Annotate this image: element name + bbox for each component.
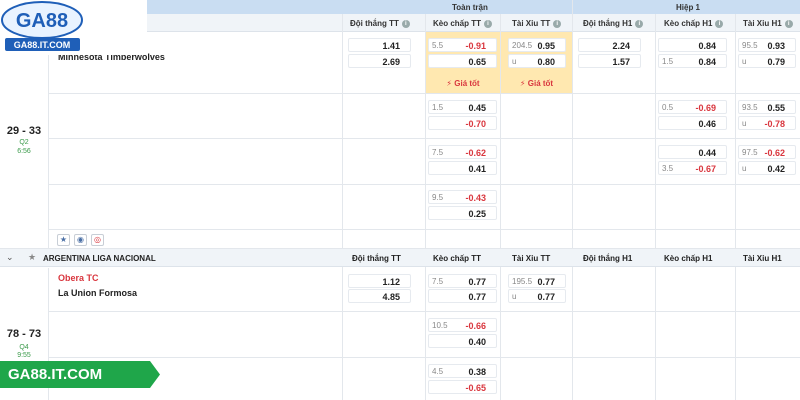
league-header[interactable]: ⌄ ★ ARGENTINA LIGA NACIONAL Đội thắng TT… [0, 249, 800, 267]
odds-cell[interactable]: 3.5 -0.67 [658, 161, 727, 175]
live-icon[interactable]: ◎ [91, 234, 104, 246]
odds-cell[interactable]: 9.5 -0.43 [428, 190, 497, 204]
league-name: ARGENTINA LIGA NACIONAL [43, 254, 156, 263]
match-clock: 9:55 [17, 352, 31, 359]
odds-cell[interactable]: 0.77 [428, 289, 497, 303]
odds-cell[interactable]: 4.85 [348, 289, 411, 303]
svg-text:GA88.IT.COM: GA88.IT.COM [14, 40, 71, 50]
eye-icon[interactable]: ◉ [74, 234, 87, 246]
odds-cell[interactable]: -0.65 [428, 380, 497, 394]
match-score: 78 - 73 [6, 328, 42, 340]
odds-cell[interactable]: u 0.77 [508, 289, 566, 303]
odds-cell[interactable]: 4.5 0.38 [428, 364, 497, 378]
odds-cell[interactable]: 2.69 [348, 54, 411, 68]
chevron-down-icon[interactable]: ⌄ [6, 252, 14, 263]
odds-cell[interactable]: 0.65 [428, 54, 497, 68]
odds-cell[interactable]: 95.5 0.93 [738, 38, 796, 52]
col-ml-h1: Đội thắng H1 i [583, 19, 644, 28]
odds-cell[interactable]: 1.12 [348, 274, 411, 288]
home-team[interactable]: Obera TC [58, 273, 99, 283]
match-period: Q4 [19, 344, 29, 351]
col-ou-h1: Tài Xỉu H1 [743, 254, 782, 263]
odds-cell[interactable]: u 0.42 [738, 161, 796, 175]
odds-cell[interactable]: 0.40 [428, 334, 497, 348]
col-ou-tt: Tài Xỉu TT i [512, 19, 562, 28]
col-ou-h1: Tài Xỉu H1 i [743, 19, 793, 28]
full-match-header: Toàn trận [452, 3, 488, 12]
odds-cell[interactable]: u 0.80 [508, 54, 566, 68]
odds-cell[interactable]: 2.24 [578, 38, 641, 52]
match-period: Q2 [19, 139, 29, 146]
odds-cell[interactable]: 93.5 0.55 [738, 100, 796, 114]
odds-table: Toàn trận Hiệp 1 Đội thắng TT i Kèo chấp … [0, 0, 800, 400]
odds-cell[interactable]: 1.5 0.45 [428, 100, 497, 114]
odds-cell[interactable]: 0.46 [658, 116, 727, 130]
odds-cell[interactable]: u -0.78 [738, 116, 796, 130]
odds-cell[interactable]: 0.41 [428, 161, 497, 175]
odds-cell[interactable]: 0.25 [428, 206, 497, 220]
odds-cell[interactable]: 5.5 -0.91 [428, 38, 497, 52]
odds-cell[interactable]: -0.70 [428, 116, 497, 130]
odds-cell[interactable]: 204.5 0.95 [508, 38, 566, 52]
odds-cell[interactable]: 0.44 [658, 145, 727, 159]
first-half-header: Hiệp 1 [676, 3, 701, 12]
odds-cell[interactable]: 7.5 0.77 [428, 274, 497, 288]
banner-text: GA88.IT.COM [8, 366, 103, 383]
col-ml-h1: Đội thắng H1 [583, 254, 633, 263]
odds-cell[interactable]: 0.84 [658, 38, 727, 52]
star-icon[interactable]: ★ [28, 252, 36, 263]
odds-cell[interactable]: 1.5 0.84 [658, 54, 727, 68]
star-icon[interactable]: ★ [57, 234, 70, 246]
col-ml-tt: Đội thắng TT i [350, 19, 410, 28]
odds-cell[interactable]: u 0.79 [738, 54, 796, 68]
col-hdp-tt: Kèo chấp TT i [433, 19, 493, 28]
odds-cell[interactable]: 195.5 0.77 [508, 274, 566, 288]
svg-text:GA88: GA88 [16, 10, 68, 32]
away-team[interactable]: La Union Formosa [58, 288, 137, 298]
col-ml-tt: Đội thắng TT [352, 254, 401, 263]
odds-cell[interactable]: 1.41 [348, 38, 411, 52]
col-hdp-h1: Kèo chấp H1 i [664, 19, 724, 28]
col-ou-tt: Tài Xỉu TT [512, 254, 551, 263]
best-price-label: ⚡ Giá tốt [519, 79, 554, 88]
odds-cell[interactable]: 10.5 -0.66 [428, 318, 497, 332]
odds-cell[interactable]: 97.5 -0.62 [738, 145, 796, 159]
match-score: 29 - 33 [6, 125, 42, 137]
odds-cell[interactable]: 1.57 [578, 54, 641, 68]
match-clock: 6:56 [17, 148, 31, 155]
col-hdp-h1: Kèo chấp H1 [664, 254, 713, 263]
brand-logo: GA88 GA88.IT.COM [0, 0, 147, 55]
best-price-label: ⚡ Giá tốt [446, 79, 480, 88]
odds-cell[interactable]: 0.5 -0.69 [658, 100, 727, 114]
col-hdp-tt: Kèo chấp TT [433, 254, 482, 263]
promo-banner[interactable]: GA88.IT.COM [0, 361, 160, 388]
odds-cell[interactable]: 7.5 -0.62 [428, 145, 497, 159]
